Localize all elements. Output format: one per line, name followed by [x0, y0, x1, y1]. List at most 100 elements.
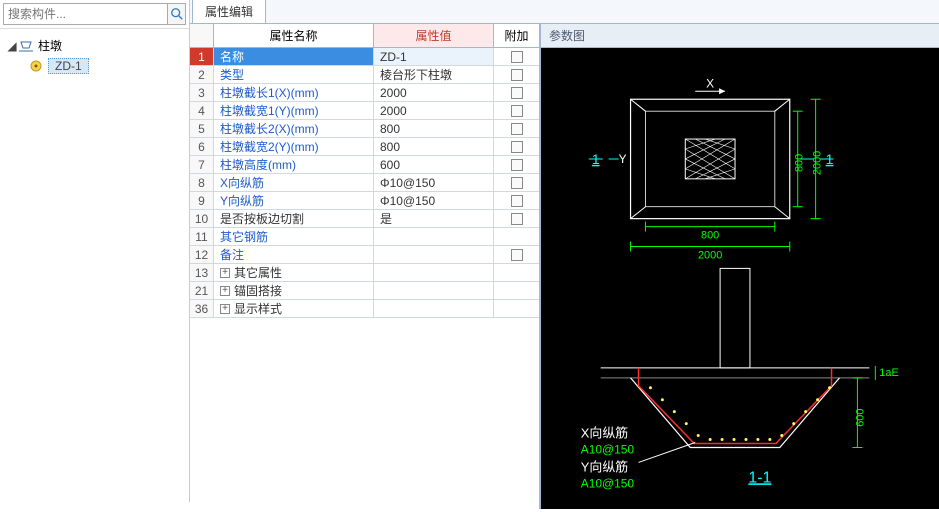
property-name: 名称	[214, 48, 374, 65]
property-add[interactable]	[494, 48, 539, 65]
tree-child-label: ZD-1	[48, 58, 89, 74]
property-row[interactable]: 4柱墩截宽1(Y)(mm)2000	[190, 102, 539, 120]
property-add[interactable]	[494, 282, 539, 299]
property-value[interactable]: 2000	[374, 102, 494, 119]
property-row[interactable]: 2类型棱台形下柱墩	[190, 66, 539, 84]
property-row[interactable]: 11其它钢筋	[190, 228, 539, 246]
tab-property-editor[interactable]: 属性编辑	[192, 0, 266, 23]
property-row[interactable]: 8X向纵筋Φ10@150	[190, 174, 539, 192]
svg-text:X向纵筋: X向纵筋	[581, 426, 628, 441]
component-tree: ◢ 柱墩 ZD-1	[0, 29, 189, 502]
checkbox[interactable]	[511, 69, 523, 81]
checkbox[interactable]	[511, 159, 523, 171]
property-add[interactable]	[494, 228, 539, 245]
checkbox[interactable]	[511, 213, 523, 225]
property-value[interactable]: 800	[374, 138, 494, 155]
property-add[interactable]	[494, 210, 539, 227]
property-add[interactable]	[494, 300, 539, 317]
row-number: 13	[190, 264, 214, 281]
row-number: 1	[190, 48, 214, 65]
checkbox[interactable]	[511, 87, 523, 99]
svg-text:2000: 2000	[698, 249, 722, 261]
row-number: 11	[190, 228, 214, 245]
row-number: 5	[190, 120, 214, 137]
property-add[interactable]	[494, 192, 539, 209]
property-name: 是否按板边切割	[214, 210, 374, 227]
property-row[interactable]: 5柱墩截长2(X)(mm)800	[190, 120, 539, 138]
header-value[interactable]: 属性值	[374, 24, 494, 47]
row-number: 12	[190, 246, 214, 263]
property-value[interactable]: 2000	[374, 84, 494, 101]
property-value[interactable]	[374, 228, 494, 245]
property-row[interactable]: 12备注	[190, 246, 539, 264]
checkbox[interactable]	[511, 105, 523, 117]
svg-text:1-1: 1-1	[748, 469, 771, 486]
property-name: +锚固搭接	[214, 282, 374, 299]
property-row[interactable]: 7柱墩高度(mm)600	[190, 156, 539, 174]
property-value[interactable]: 棱台形下柱墩	[374, 66, 494, 83]
svg-text:Y: Y	[619, 152, 627, 166]
row-number: 21	[190, 282, 214, 299]
property-add[interactable]	[494, 156, 539, 173]
property-value[interactable]	[374, 300, 494, 317]
property-row[interactable]: 9Y向纵筋Φ10@150	[190, 192, 539, 210]
property-add[interactable]	[494, 84, 539, 101]
property-value[interactable]: 是	[374, 210, 494, 227]
property-row[interactable]: 13+其它属性	[190, 264, 539, 282]
property-add[interactable]	[494, 174, 539, 191]
collapse-icon[interactable]: ◢	[6, 39, 18, 53]
property-add[interactable]	[494, 120, 539, 137]
search-icon	[170, 7, 184, 21]
tree-item-root[interactable]: ◢ 柱墩	[4, 35, 185, 56]
tree-root-label: 柱墩	[38, 37, 62, 54]
property-name: 类型	[214, 66, 374, 83]
svg-text:X: X	[706, 76, 714, 90]
property-table: 属性名称 属性值 附加 1名称ZD-12类型棱台形下柱墩3柱墩截长1(X)(mm…	[190, 24, 540, 509]
property-add[interactable]	[494, 264, 539, 281]
property-value[interactable]: Φ10@150	[374, 174, 494, 191]
property-value[interactable]: 800	[374, 120, 494, 137]
property-value[interactable]	[374, 246, 494, 263]
row-number: 2	[190, 66, 214, 83]
checkbox[interactable]	[511, 123, 523, 135]
expand-icon[interactable]: +	[220, 304, 230, 314]
header-add[interactable]: 附加	[494, 24, 539, 47]
property-row[interactable]: 10是否按板边切割是	[190, 210, 539, 228]
svg-text:600: 600	[854, 409, 866, 427]
diagram-canvas: X Y 1 1 800	[541, 48, 939, 509]
row-number: 10	[190, 210, 214, 227]
property-name: X向纵筋	[214, 174, 374, 191]
property-add[interactable]	[494, 246, 539, 263]
checkbox[interactable]	[511, 51, 523, 63]
checkbox[interactable]	[511, 195, 523, 207]
property-value[interactable]: 600	[374, 156, 494, 173]
property-add[interactable]	[494, 66, 539, 83]
property-row[interactable]: 1名称ZD-1	[190, 48, 539, 66]
property-name: +显示样式	[214, 300, 374, 317]
tree-item-child[interactable]: ZD-1	[26, 56, 185, 76]
property-add[interactable]	[494, 102, 539, 119]
property-row[interactable]: 3柱墩截长1(X)(mm)2000	[190, 84, 539, 102]
expand-icon[interactable]: +	[220, 268, 230, 278]
property-row[interactable]: 21+锚固搭接	[190, 282, 539, 300]
search-button[interactable]	[168, 3, 186, 25]
search-input[interactable]	[3, 3, 168, 25]
checkbox[interactable]	[511, 177, 523, 189]
property-name: 柱墩截长1(X)(mm)	[214, 84, 374, 101]
property-value[interactable]	[374, 282, 494, 299]
header-name[interactable]: 属性名称	[214, 24, 374, 47]
svg-text:800: 800	[794, 154, 806, 172]
property-value[interactable]	[374, 264, 494, 281]
diagram-title: 参数图	[541, 24, 939, 48]
property-row[interactable]: 36+显示样式	[190, 300, 539, 318]
checkbox[interactable]	[511, 249, 523, 261]
checkbox[interactable]	[511, 141, 523, 153]
property-value[interactable]: Φ10@150	[374, 192, 494, 209]
property-name: 柱墩截长2(X)(mm)	[214, 120, 374, 137]
property-add[interactable]	[494, 138, 539, 155]
property-row[interactable]: 6柱墩截宽2(Y)(mm)800	[190, 138, 539, 156]
property-value[interactable]: ZD-1	[374, 48, 494, 65]
row-number: 9	[190, 192, 214, 209]
expand-icon[interactable]: +	[220, 286, 230, 296]
svg-text:2000: 2000	[812, 151, 824, 175]
